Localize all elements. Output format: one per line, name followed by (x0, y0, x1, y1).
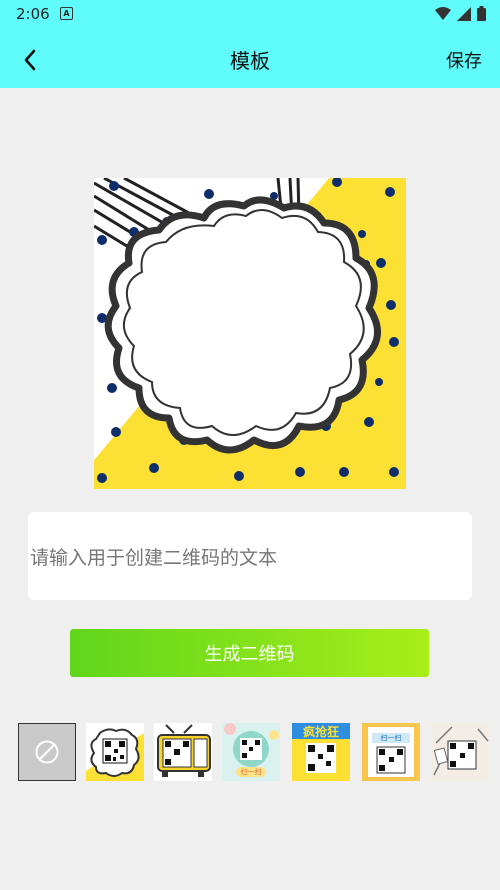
signal-icon (457, 6, 471, 21)
template-comic-cloud[interactable] (86, 723, 144, 781)
template-hand-drawn[interactable] (432, 723, 490, 781)
status-bar: 2:06 A (0, 0, 500, 30)
template-scan-banner-label: 扫一扫 (380, 734, 402, 742)
template-crazy-sale[interactable]: 疯抢狂 (292, 723, 350, 781)
save-button[interactable]: 保存 (446, 47, 482, 73)
wifi-icon (435, 7, 451, 20)
battery-icon (477, 6, 486, 21)
template-retro-tv[interactable] (154, 723, 212, 781)
qr-text-input[interactable]: 请输入用于创建二维码的文本 (28, 512, 472, 600)
template-scan-badge-label: 扫一扫 (240, 768, 262, 776)
template-none[interactable] (18, 723, 76, 781)
template-scan-banner[interactable]: 扫一扫 (362, 723, 420, 781)
template-scan-badge[interactable]: 扫一扫 (222, 723, 280, 781)
status-time: 2:06 (16, 5, 50, 23)
no-symbol-icon (35, 740, 59, 764)
generate-qr-button[interactable]: 生成二维码 (70, 629, 429, 677)
app-notification-icon: A (60, 7, 73, 20)
qr-text-input-placeholder: 请输入用于创建二维码的文本 (30, 546, 278, 569)
template-preview (94, 178, 406, 489)
app-bar: 模板 保存 (0, 30, 500, 88)
page-title: 模板 (230, 49, 270, 73)
template-crazy-sale-label: 疯抢狂 (302, 725, 339, 739)
